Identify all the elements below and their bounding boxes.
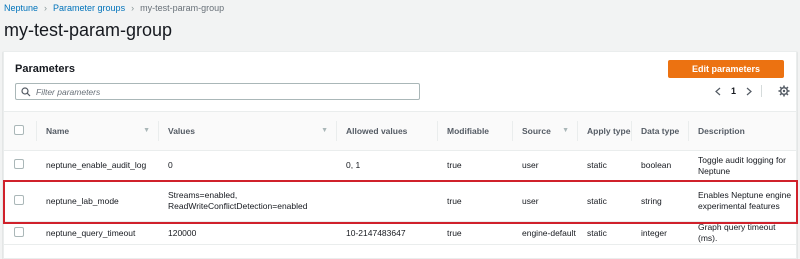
header-data-type: Data type: [631, 111, 688, 151]
cell-modifiable: true: [437, 180, 512, 222]
cell-modifiable: true: [437, 150, 512, 181]
cell-data-type: boolean: [631, 150, 688, 181]
table-header-row: Name ▼ Values ▼ Allowed values Modifiable …: [4, 111, 796, 151]
cell-description: Toggle audit logging for Neptune: [688, 150, 796, 181]
cell-modifiable: true: [437, 221, 512, 245]
pager-divider: [761, 85, 763, 97]
edit-parameters-button[interactable]: Edit parameters: [668, 60, 784, 78]
table-row[interactable]: neptune_enable_audit_log 0 0, 1 true use…: [4, 150, 796, 181]
cell-description: Enables Neptune engine experimental feat…: [688, 180, 796, 222]
row-select-cell: [4, 180, 36, 222]
parameters-panel: Parameters Edit parameters 1 Name▼ Value…: [3, 51, 797, 259]
row-checkbox[interactable]: [14, 194, 24, 205]
table-row[interactable]: neptune_lab_mode Streams=enabled, ReadWr…: [4, 180, 796, 222]
breadcrumb-neptune-link[interactable]: Neptune: [4, 3, 38, 13]
search-icon: [21, 86, 31, 97]
header-source[interactable]: Source ▼: [512, 111, 577, 151]
cell-allowed-values: [336, 180, 437, 222]
filter-field[interactable]: [15, 83, 420, 100]
panel-title: Parameters: [15, 63, 75, 75]
pagination: 1: [714, 84, 790, 98]
filter-input[interactable]: [36, 86, 406, 97]
cell-name: neptune_lab_mode: [36, 180, 158, 222]
sort-caret-icon: ▼: [562, 127, 569, 134]
cell-source: engine-default: [512, 221, 577, 245]
cell-data-type: string: [631, 180, 688, 222]
chevron-right-icon[interactable]: [745, 86, 753, 96]
header-values[interactable]: Values ▼: [158, 111, 336, 151]
page-number[interactable]: 1: [731, 86, 736, 96]
chevron-right-icon: ›: [131, 3, 135, 13]
sort-caret-icon: ▼: [321, 127, 328, 134]
cell-source: user: [512, 180, 577, 222]
table-row[interactable]: neptune_query_timeout 120000 10-21474836…: [4, 221, 796, 245]
cell-allowed-values: 10-2147483647: [336, 221, 437, 245]
chevron-left-icon[interactable]: [714, 86, 722, 96]
cell-source: user: [512, 150, 577, 181]
cell-data-type: integer: [631, 221, 688, 245]
cell-values: Streams=enabled, ReadWriteConflictDetect…: [158, 180, 336, 222]
cell-apply-type: static: [577, 180, 631, 222]
chevron-right-icon: ›: [44, 3, 48, 13]
breadcrumb-current: my-test-param-group: [140, 3, 225, 13]
header-allowed-values: Allowed values: [336, 111, 437, 151]
cell-values: 0: [158, 150, 336, 181]
header-name[interactable]: Name ▼: [36, 111, 158, 151]
header-modifiable: Modifiable: [437, 111, 512, 151]
cell-name: neptune_enable_audit_log: [36, 150, 158, 181]
page-title: my-test-param-group: [4, 20, 173, 40]
cell-values: 120000: [158, 221, 336, 245]
cell-name: neptune_query_timeout: [36, 221, 158, 245]
row-select-cell: [4, 150, 36, 181]
cell-apply-type: static: [577, 221, 631, 245]
cell-description: Graph query timeout (ms).: [688, 221, 796, 245]
breadcrumb: Neptune › Parameter groups › my-test-par…: [4, 2, 224, 14]
parameters-table: Name ▼ Values ▼ Allowed values Modifiable …: [4, 111, 796, 245]
cell-allowed-values: 0, 1: [336, 150, 437, 181]
cell-apply-type: static: [577, 150, 631, 181]
row-checkbox[interactable]: [14, 159, 24, 169]
row-checkbox[interactable]: [14, 226, 24, 237]
header-description: Description: [688, 111, 796, 151]
header-select: [4, 111, 36, 151]
sort-caret-icon: ▼: [143, 127, 150, 134]
breadcrumb-parameter-groups-link[interactable]: Parameter groups: [53, 3, 125, 13]
header-apply-type: Apply type: [577, 111, 631, 151]
row-select-cell: [4, 221, 36, 245]
settings-gear-icon[interactable]: [778, 85, 790, 97]
select-all-checkbox[interactable]: [14, 125, 24, 135]
